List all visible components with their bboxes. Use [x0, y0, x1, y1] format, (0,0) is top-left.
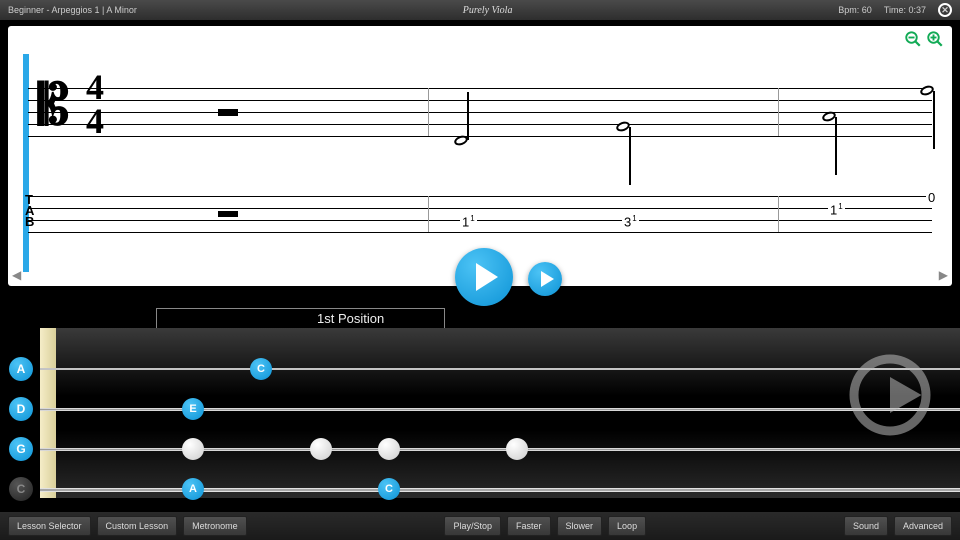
score-panel: ◀ ▶ 𝄡 4 4 T A B 11 31 11: [8, 26, 952, 286]
rest: [218, 109, 238, 116]
custom-lesson-button[interactable]: Custom Lesson: [97, 516, 178, 536]
tab-number: 11: [828, 202, 845, 217]
fret-dot: C: [378, 478, 400, 500]
open-string-dot: C: [9, 477, 33, 501]
fret-dot: [506, 438, 528, 460]
fret-dot: [182, 438, 204, 460]
play-stop-button[interactable]: Play/Stop: [444, 516, 501, 536]
note: [454, 136, 468, 145]
string: [40, 448, 960, 451]
fretboard-neck: [40, 328, 960, 498]
close-button[interactable]: ✕: [938, 3, 952, 17]
open-string-dot: D: [9, 397, 33, 421]
slower-button[interactable]: Slower: [557, 516, 603, 536]
bottom-bar: Lesson Selector Custom Lesson Metronome …: [0, 512, 960, 540]
zoom-in-button[interactable]: [926, 30, 944, 48]
lesson-title: Beginner - Arpeggios 1 | A Minor: [8, 5, 137, 15]
note: [920, 86, 934, 95]
replay-icon[interactable]: [845, 350, 935, 440]
loop-button[interactable]: Loop: [608, 516, 646, 536]
string: [40, 408, 960, 411]
fretboard-nut: [40, 328, 56, 498]
sound-button[interactable]: Sound: [844, 516, 888, 536]
fret-dot: [310, 438, 332, 460]
fret-dot: C: [250, 358, 272, 380]
tab-staff: T A B 1131110: [28, 186, 932, 246]
tab-number: 11: [460, 214, 477, 229]
advanced-button[interactable]: Advanced: [894, 516, 952, 536]
music-staff: 𝄡 4 4: [28, 64, 932, 150]
fret-dot: A: [182, 478, 204, 500]
fret-dot: [378, 438, 400, 460]
position-label: 1st Position: [156, 308, 445, 328]
open-string-dot: A: [9, 357, 33, 381]
open-string-dot: G: [9, 437, 33, 461]
faster-button[interactable]: Faster: [507, 516, 551, 536]
play-button[interactable]: [455, 248, 513, 306]
time-signature: 4 4: [86, 70, 104, 138]
step-button[interactable]: [528, 262, 562, 296]
note: [822, 112, 836, 121]
bpm-label: Bpm: 60: [838, 5, 872, 15]
alto-clef-icon: 𝄡: [38, 78, 63, 134]
tab-number: 31: [622, 214, 639, 229]
scroll-left-button[interactable]: ◀: [12, 268, 21, 282]
string: [40, 488, 960, 492]
note: [616, 122, 630, 131]
top-bar: Beginner - Arpeggios 1 | A Minor Purely …: [0, 0, 960, 20]
fret-dot: E: [182, 398, 204, 420]
brand-label: Purely Viola: [137, 5, 838, 16]
scroll-right-button[interactable]: ▶: [939, 268, 948, 282]
tab-number: 0: [926, 190, 937, 205]
string: [40, 368, 960, 370]
time-label: Time: 0:37: [884, 5, 926, 15]
tab-rest: [218, 211, 238, 217]
zoom-out-button[interactable]: [904, 30, 922, 48]
lesson-selector-button[interactable]: Lesson Selector: [8, 516, 91, 536]
fretboard-panel: 1st Position ADGC CEAC: [0, 300, 960, 508]
metronome-button[interactable]: Metronome: [183, 516, 247, 536]
tab-clef: T A B: [25, 194, 34, 227]
